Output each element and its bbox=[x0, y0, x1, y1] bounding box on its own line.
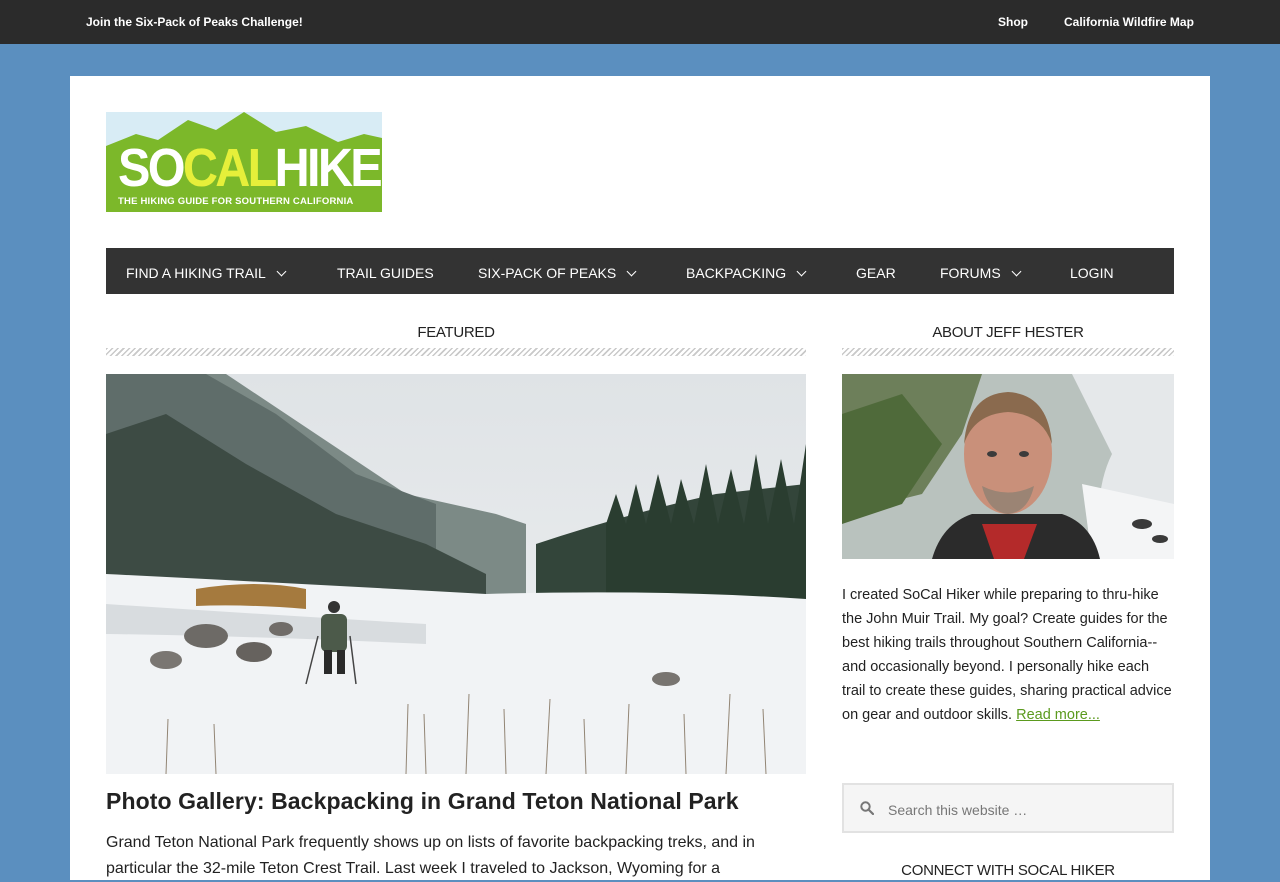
about-heading: ABOUT JEFF HESTER bbox=[932, 324, 1084, 341]
featured-post-excerpt: Grand Teton National Park frequently sho… bbox=[106, 834, 755, 877]
chevron-down-icon bbox=[626, 266, 637, 277]
nav-six-pack-of-peaks[interactable]: SIX-PACK OF PEAKS bbox=[478, 248, 637, 294]
site-logo[interactable]: SOCALHIKER THE HIKING GUIDE FOR SOUTHERN… bbox=[106, 112, 382, 212]
nav-backpacking[interactable]: BACKPACKING bbox=[686, 248, 807, 294]
nav-find-a-hiking-trail[interactable]: FIND A HIKING TRAIL bbox=[126, 248, 287, 294]
chevron-down-icon bbox=[1011, 266, 1022, 277]
nav-forums[interactable]: FORUMS bbox=[940, 248, 1022, 294]
nav-gear[interactable]: GEAR bbox=[856, 248, 896, 294]
shop-link[interactable]: Shop bbox=[998, 15, 1028, 29]
featured-image[interactable] bbox=[106, 374, 806, 774]
top-bar: Join the Six-Pack of Peaks Challenge! Sh… bbox=[0, 0, 1280, 44]
nav-trail-guides[interactable]: TRAIL GUIDES bbox=[337, 248, 434, 294]
chevron-down-icon bbox=[276, 266, 287, 277]
nav-login[interactable]: LOGIN bbox=[1070, 248, 1114, 294]
six-pack-challenge-link[interactable]: Join the Six-Pack of Peaks Challenge! bbox=[86, 15, 303, 29]
logo-tagline: THE HIKING GUIDE FOR SOUTHERN CALIFORNIA bbox=[118, 196, 354, 207]
author-portrait bbox=[842, 374, 1174, 559]
connect-heading: CONNECT WITH SOCAL HIKER bbox=[901, 862, 1115, 879]
chevron-down-icon bbox=[796, 266, 807, 277]
author-bio: I created SoCal Hiker while preparing to… bbox=[842, 587, 1172, 723]
logo-wordmark: SOCALHIKER bbox=[118, 138, 382, 198]
wildfire-map-link[interactable]: California Wildfire Map bbox=[1064, 15, 1194, 29]
search-box bbox=[842, 783, 1174, 833]
featured-heading: FEATURED bbox=[417, 324, 495, 341]
search-input[interactable] bbox=[886, 797, 1160, 823]
site-container: SOCALHIKER THE HIKING GUIDE FOR SOUTHERN… bbox=[70, 76, 1210, 880]
search-icon bbox=[860, 801, 874, 815]
featured-post-title[interactable]: Photo Gallery: Backpacking in Grand Teto… bbox=[106, 788, 739, 815]
about-heading-divider bbox=[842, 348, 1174, 356]
read-more-link[interactable]: Read more... bbox=[1016, 707, 1100, 723]
featured-heading-divider bbox=[106, 348, 806, 356]
main-nav: FIND A HIKING TRAIL TRAIL GUIDES SIX-PAC… bbox=[106, 248, 1174, 294]
